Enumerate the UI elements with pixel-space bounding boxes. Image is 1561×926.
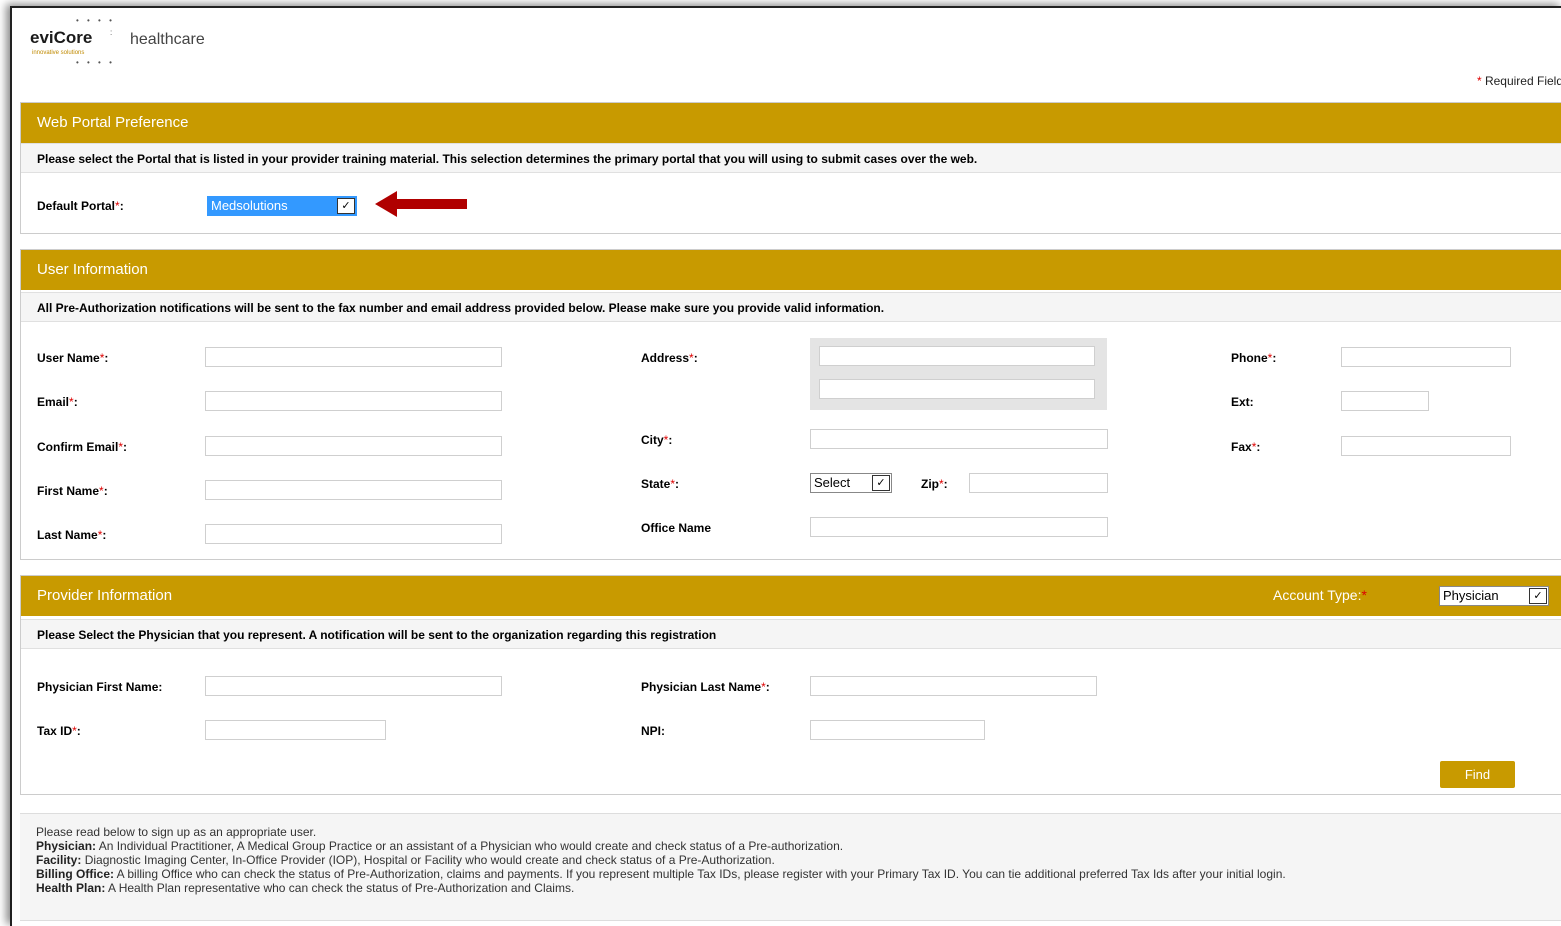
help-item-health-plan: Health Plan: A Health Plan representativ…	[36, 881, 1556, 895]
help-term: Facility:	[36, 853, 82, 867]
zip-input[interactable]	[969, 473, 1108, 493]
logo-dots-side: :	[110, 28, 116, 37]
user-name-label: User Name*:	[37, 351, 109, 365]
help-panel: Please read below to sign up as an appro…	[20, 813, 1561, 921]
user-name-input[interactable]	[205, 347, 502, 367]
user-info-section: User Information All Pre-Authorization n…	[20, 249, 1561, 560]
office-name-label: Office Name	[641, 521, 712, 535]
default-portal-label-text: Default Portal	[37, 199, 116, 213]
first-name-label-text: First Name	[37, 484, 100, 498]
help-desc: A billing Office who can check the statu…	[114, 867, 1286, 881]
page-frame: • • • • eviCore : healthcare innovative …	[10, 6, 1561, 926]
ext-input[interactable]	[1341, 391, 1429, 411]
physician-last-name-label: Physician Last Name*:	[641, 680, 770, 694]
fax-label: Fax*:	[1231, 440, 1261, 454]
confirm-email-label: Confirm Email*:	[37, 440, 128, 454]
phone-label-text: Phone	[1231, 351, 1268, 365]
physician-last-name-label-text: Physician Last Name	[641, 680, 762, 694]
city-label: City*:	[641, 433, 673, 447]
ext-label: Ext:	[1231, 395, 1254, 409]
required-star: *	[1476, 74, 1482, 88]
state-label: State*:	[641, 477, 680, 491]
chevron-down-icon: ✓	[872, 475, 890, 491]
web-portal-note: Please select the Portal that is listed …	[21, 143, 1561, 173]
help-desc: An Individual Practitioner, A Medical Gr…	[96, 839, 844, 853]
help-text: Please read below to sign up as an appro…	[36, 825, 1556, 895]
provider-info-note: Please Select the Physician that you rep…	[21, 619, 1561, 649]
web-portal-header: Web Portal Preference	[21, 103, 1561, 143]
default-portal-label: Default Portal*:	[37, 199, 124, 213]
email-input[interactable]	[205, 391, 502, 411]
physician-first-name-label: Physician First Name:	[37, 680, 163, 694]
required-field-text: Required Field	[1484, 74, 1561, 88]
default-portal-value: Medsolutions	[211, 198, 288, 213]
state-label-text: State	[641, 477, 671, 491]
confirm-email-label-text: Confirm Email	[37, 440, 119, 454]
evicore-logo: • • • • eviCore : healthcare innovative …	[26, 16, 226, 68]
logo-suffix: healthcare	[130, 31, 205, 48]
required-field-note: * Required Field	[1477, 74, 1561, 88]
user-info-note: All Pre-Authorization notifications will…	[21, 292, 1561, 322]
address-line-1-input[interactable]	[819, 346, 1095, 366]
help-term: Billing Office:	[36, 867, 114, 881]
email-label: Email*:	[37, 395, 78, 409]
user-info-header: User Information	[21, 250, 1561, 290]
account-type-select[interactable]: Physician ✓	[1439, 586, 1549, 606]
help-term: Health Plan:	[36, 881, 106, 895]
chevron-down-icon: ✓	[1529, 588, 1547, 604]
account-type-label: Account Type:*	[1273, 587, 1367, 603]
city-input[interactable]	[810, 429, 1108, 449]
user-name-label-text: User Name	[37, 351, 100, 365]
confirm-email-input[interactable]	[205, 436, 502, 456]
address-label-text: Address	[641, 351, 690, 365]
last-name-label: Last Name*:	[37, 528, 107, 542]
help-desc: Diagnostic Imaging Center, In-Office Pro…	[81, 853, 775, 867]
tax-id-label-text: Tax ID	[37, 724, 73, 738]
red-arrow-icon	[375, 191, 467, 217]
state-select[interactable]: Select ✓	[810, 473, 892, 493]
logo-dots: • • • •	[76, 16, 115, 25]
npi-input[interactable]	[810, 720, 985, 740]
office-name-input[interactable]	[810, 517, 1108, 537]
find-button[interactable]: Find	[1440, 761, 1515, 788]
last-name-label-text: Last Name	[37, 528, 98, 542]
logo-brand: eviCore	[30, 28, 93, 47]
tax-id-label: Tax ID*:	[37, 724, 81, 738]
account-type-value: Physician	[1443, 588, 1499, 603]
phone-label: Phone*:	[1231, 351, 1277, 365]
logo-tagline: innovative solutions	[32, 50, 85, 56]
first-name-input[interactable]	[205, 480, 502, 500]
email-label-text: Email	[37, 395, 70, 409]
web-portal-section: Web Portal Preference Please select the …	[20, 102, 1561, 234]
help-item-facility: Facility: Diagnostic Imaging Center, In-…	[36, 853, 1556, 867]
tax-id-input[interactable]	[205, 720, 386, 740]
help-item-billing-office: Billing Office: A billing Office who can…	[36, 867, 1556, 881]
state-value: Select	[814, 475, 851, 490]
logo-dots-bottom: • • • •	[76, 58, 115, 67]
zip-label: Zip*:	[921, 477, 948, 491]
default-portal-select[interactable]: Medsolutions ✓	[207, 196, 357, 216]
provider-info-title: Provider Information	[37, 587, 173, 604]
address-line-2-input[interactable]	[819, 379, 1095, 399]
help-item-physician: Physician: An Individual Practitioner, A…	[36, 839, 1556, 853]
city-label-text: City	[641, 433, 664, 447]
help-term: Physician:	[36, 839, 97, 853]
phone-input[interactable]	[1341, 347, 1511, 367]
help-desc: A Health Plan representative who can che…	[105, 881, 575, 895]
account-type-label-text: Account Type:	[1273, 587, 1362, 603]
first-name-label: First Name*:	[37, 484, 108, 498]
chevron-down-icon: ✓	[337, 198, 355, 214]
physician-first-name-input[interactable]	[205, 676, 502, 696]
npi-label: NPI:	[641, 724, 665, 738]
fax-input[interactable]	[1341, 436, 1511, 456]
help-intro: Please read below to sign up as an appro…	[36, 825, 317, 839]
fax-label-text: Fax	[1231, 440, 1252, 454]
provider-info-section: Provider Information Account Type:* Phys…	[20, 575, 1561, 795]
physician-last-name-input[interactable]	[810, 676, 1097, 696]
address-label: Address*:	[641, 351, 698, 365]
last-name-input[interactable]	[205, 524, 502, 544]
zip-label-text: Zip	[921, 477, 939, 491]
